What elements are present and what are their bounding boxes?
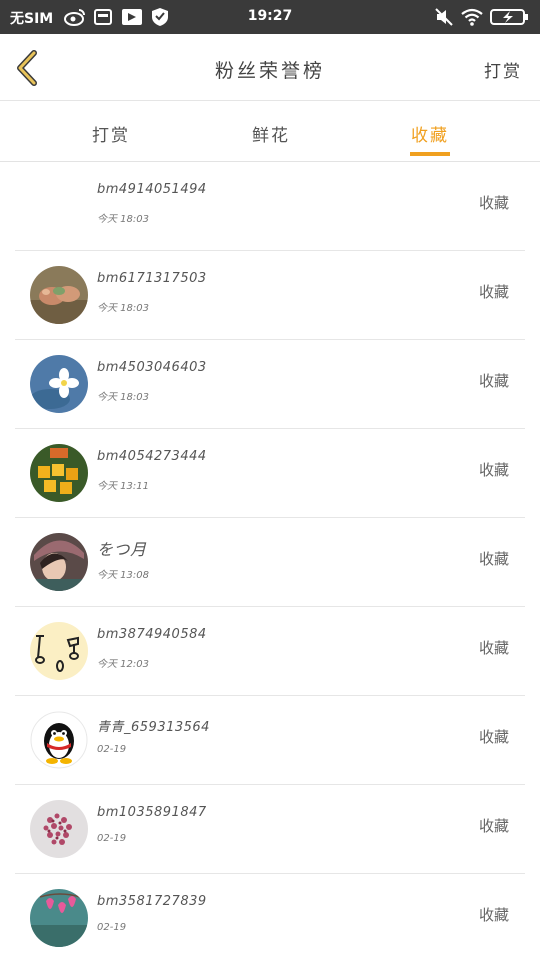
timestamp: 今天 13:11 [97,481,149,492]
favorite-label: 收藏 [478,906,509,924]
list-item[interactable]: bm4503046403 今天 18:03 收藏 [0,340,540,429]
tab-reward[interactable]: 打赏 [92,121,130,146]
status-bar: 无SIM 19:27 [0,0,540,34]
user-name: 青青_659313564 [97,720,210,735]
list-item[interactable]: bm3874940584 今天 12:03 收藏 [0,607,540,696]
avatar[interactable] [30,622,88,680]
user-name: bm4914051494 [97,182,207,197]
active-tab-indicator [410,152,450,156]
list-item[interactable]: bm4914051494 今天 18:03 收藏 [0,162,540,251]
title-bar: 粉丝荣誉榜 打赏 [0,34,540,101]
favorite-label: 收藏 [478,461,509,479]
list-item[interactable]: bm1035891847 02-19 收藏 [0,785,540,874]
avatar[interactable] [30,266,88,324]
tab-flowers[interactable]: 鲜花 [252,121,290,146]
favorite-label: 收藏 [478,817,509,835]
page-title: 粉丝荣誉榜 [214,60,325,82]
favorite-label: 收藏 [478,283,509,301]
timestamp: 今天 18:03 [97,303,149,314]
user-name: bm3581727839 [97,894,207,909]
timestamp: 02-19 [97,744,127,755]
mute-icon [435,8,453,26]
list-item[interactable]: bm3581727839 02-19 收藏 [0,874,540,960]
favorite-label: 收藏 [478,194,509,212]
avatar[interactable] [30,800,88,858]
wifi-icon [461,8,483,26]
timestamp: 02-19 [97,833,127,844]
penguin-icon[interactable] [30,711,88,769]
favorite-label: 收藏 [478,728,509,746]
tab-bar: 打赏 鲜花 收藏 [0,102,540,162]
avatar[interactable] [30,889,88,947]
fan-list: bm4914051494 今天 18:03 收藏 bm6171317503 今天… [0,162,540,960]
user-name: bm3874940584 [97,627,207,642]
status-time: 19:27 [247,8,293,24]
list-item[interactable]: をつ月 今天 13:08 收藏 [0,518,540,607]
user-name: bm6171317503 [97,271,207,286]
favorite-label: 收藏 [478,550,509,568]
user-name: bm4054273444 [97,449,207,464]
user-name: bm4503046403 [97,360,207,375]
timestamp: 今天 18:03 [97,214,149,225]
avatar[interactable] [30,444,88,502]
timestamp: 02-19 [97,922,127,933]
avatar[interactable] [30,533,88,591]
user-name: bm1035891847 [97,805,207,820]
list-item[interactable]: 青青_659313564 02-19 收藏 [0,696,540,785]
list-item[interactable]: bm6171317503 今天 18:03 收藏 [0,251,540,340]
battery-charging-icon [490,9,528,25]
favorite-label: 收藏 [478,372,509,390]
timestamp: 今天 13:08 [97,570,149,581]
user-name: をつ月 [97,540,147,559]
avatar[interactable] [30,355,88,413]
list-item[interactable]: bm4054273444 今天 13:11 收藏 [0,429,540,518]
reward-button[interactable]: 打赏 [484,57,522,82]
timestamp: 今天 12:03 [97,659,149,670]
timestamp: 今天 18:03 [97,392,149,403]
favorite-label: 收藏 [478,639,509,657]
tab-favorites[interactable]: 收藏 [411,121,449,146]
